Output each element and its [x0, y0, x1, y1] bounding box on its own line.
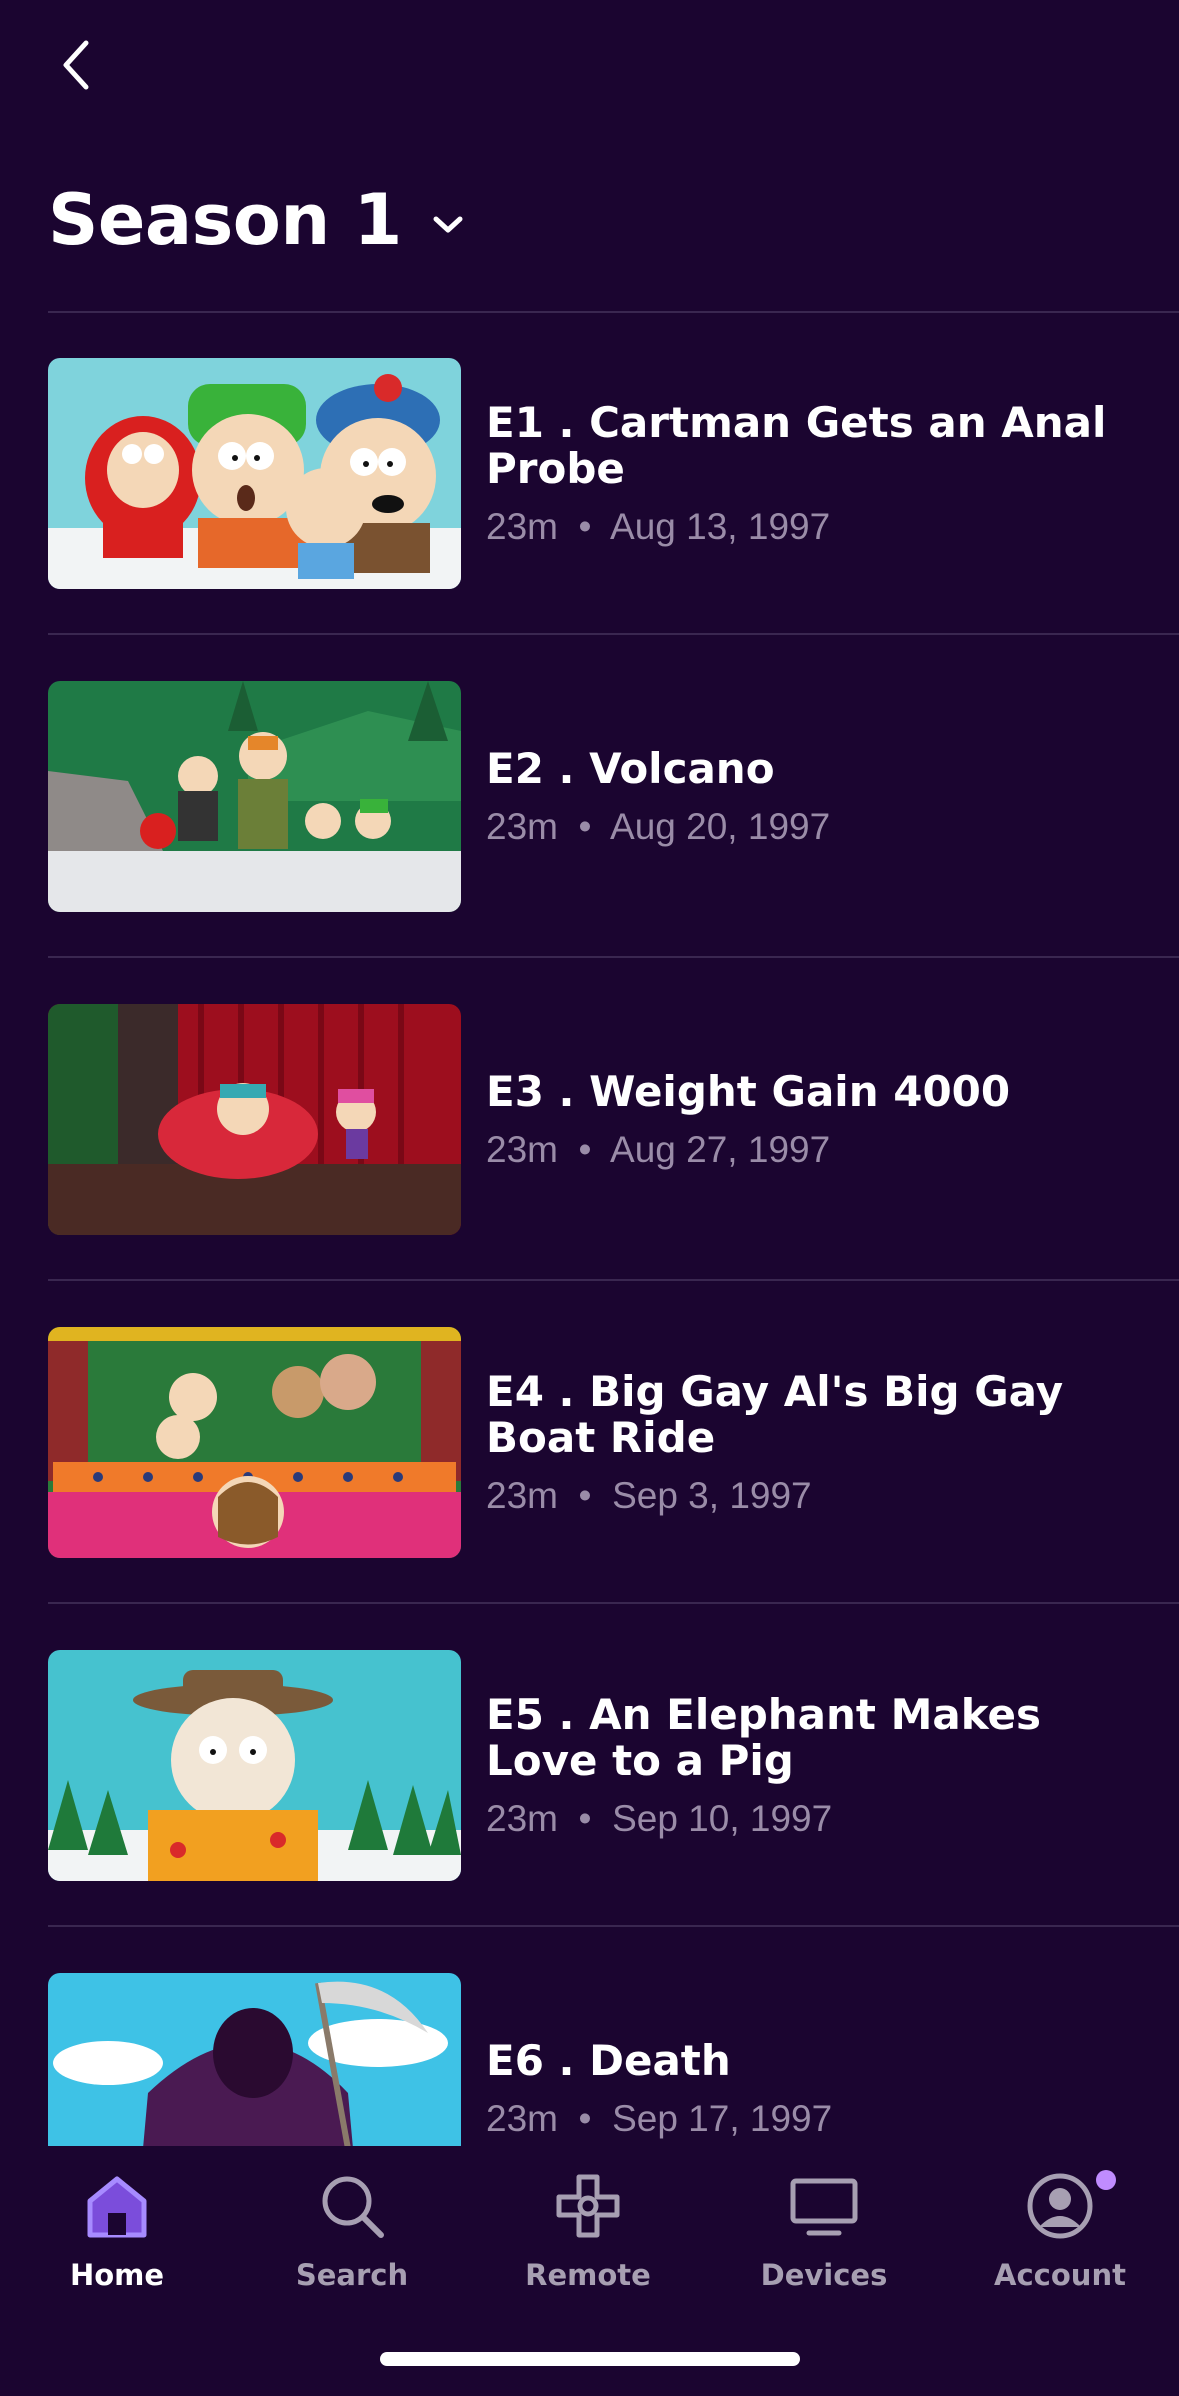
episode-thumbnail[interactable]	[48, 1327, 461, 1558]
account-icon	[1022, 2168, 1098, 2244]
episode-title: E4 . Big Gay Al's Big Gay Boat Ride	[486, 1366, 1064, 1462]
episode-date: Aug 20, 1997	[610, 805, 831, 847]
search-icon	[314, 2168, 390, 2244]
episode-date: Sep 17, 1997	[612, 2097, 833, 2139]
tab-home[interactable]: Home	[17, 2168, 217, 2292]
episode-info[interactable]: E5 . An Elephant Makes Love to a Pig 23m…	[486, 1604, 1126, 1927]
episode-row-1[interactable]: E1 . Cartman Gets an Anal Probe 23m • Au…	[0, 312, 1179, 635]
episode-meta: 23m • Sep 17, 1997	[486, 2098, 1126, 2140]
meta-separator: •	[568, 1474, 602, 1516]
chevron-down-icon	[428, 205, 468, 245]
episode-duration: 23m	[486, 2097, 558, 2139]
episode-thumbnail[interactable]	[48, 1004, 461, 1235]
episode-date: Aug 27, 1997	[610, 1128, 831, 1170]
episode-meta: 23m • Aug 13, 1997	[486, 506, 1126, 548]
episode-duration: 23m	[486, 1797, 558, 1839]
episode-title: E6 . Death	[486, 2035, 731, 2085]
episode-row-6[interactable]: E6 . Death 23m • Sep 17, 1997	[0, 1927, 1179, 2146]
tab-label: Home	[69, 2258, 165, 2292]
meta-separator: •	[568, 805, 602, 847]
episode-thumbnail[interactable]	[48, 681, 461, 912]
meta-separator: •	[568, 2097, 602, 2139]
episode-duration: 23m	[486, 1128, 558, 1170]
season-title: Season 1	[48, 179, 402, 261]
meta-separator: •	[568, 1797, 602, 1839]
episode-duration: 23m	[486, 805, 558, 847]
episode-duration: 23m	[486, 1474, 558, 1516]
episode-thumbnail[interactable]	[48, 358, 461, 589]
remote-icon	[550, 2168, 626, 2244]
episode-title: E2 . Volcano	[486, 743, 775, 793]
episode-thumbnail[interactable]	[48, 1973, 461, 2146]
episode-title: E1 . Cartman Gets an Anal Probe	[486, 397, 1107, 493]
episode-list[interactable]: E1 . Cartman Gets an Anal Probe 23m • Au…	[0, 312, 1179, 2146]
tab-label: Search	[295, 2258, 409, 2292]
back-button[interactable]	[48, 30, 104, 100]
chevron-left-icon	[63, 40, 89, 90]
episode-info[interactable]: E2 . Volcano 23m • Aug 20, 1997	[486, 635, 1126, 958]
tab-account[interactable]: Account	[960, 2168, 1160, 2292]
episode-date: Sep 10, 1997	[612, 1797, 833, 1839]
episode-meta: 23m • Sep 10, 1997	[486, 1798, 1126, 1840]
season-selector[interactable]: Season 1	[48, 170, 468, 270]
episode-thumbnail[interactable]	[48, 1650, 461, 1881]
meta-separator: •	[568, 1128, 602, 1170]
episode-date: Sep 3, 1997	[612, 1474, 812, 1516]
episode-row-5[interactable]: E5 . An Elephant Makes Love to a Pig 23m…	[0, 1604, 1179, 1927]
tab-devices[interactable]: Devices	[724, 2168, 924, 2292]
tv-icon	[786, 2168, 862, 2244]
home-indicator	[380, 2352, 800, 2366]
episode-meta: 23m • Aug 27, 1997	[486, 1129, 1126, 1171]
meta-separator: •	[568, 505, 602, 547]
episode-meta: 23m • Sep 3, 1997	[486, 1475, 1126, 1517]
episode-title: E5 . An Elephant Makes Love to a Pig	[486, 1689, 1042, 1785]
episode-date: Aug 13, 1997	[610, 505, 831, 547]
tab-label: Devices	[760, 2258, 888, 2292]
episode-info[interactable]: E3 . Weight Gain 4000 23m • Aug 27, 1997	[486, 958, 1126, 1281]
episode-title: E3 . Weight Gain 4000	[486, 1066, 1011, 1116]
tab-search[interactable]: Search	[252, 2168, 452, 2292]
home-icon	[79, 2168, 155, 2244]
episode-meta: 23m • Aug 20, 1997	[486, 806, 1126, 848]
episode-info[interactable]: E1 . Cartman Gets an Anal Probe 23m • Au…	[486, 312, 1126, 635]
episode-info[interactable]: E4 . Big Gay Al's Big Gay Boat Ride 23m …	[486, 1281, 1126, 1604]
episode-row-3[interactable]: E3 . Weight Gain 4000 23m • Aug 27, 1997	[0, 958, 1179, 1281]
tab-label: Remote	[525, 2258, 651, 2292]
tab-label: Account	[994, 2258, 1126, 2292]
notification-dot	[1096, 2170, 1116, 2190]
episode-row-4[interactable]: E4 . Big Gay Al's Big Gay Boat Ride 23m …	[0, 1281, 1179, 1604]
episode-info[interactable]: E6 . Death 23m • Sep 17, 1997	[486, 1927, 1126, 2146]
episode-duration: 23m	[486, 505, 558, 547]
tab-remote[interactable]: Remote	[488, 2168, 688, 2292]
episode-row-2[interactable]: E2 . Volcano 23m • Aug 20, 1997	[0, 635, 1179, 958]
